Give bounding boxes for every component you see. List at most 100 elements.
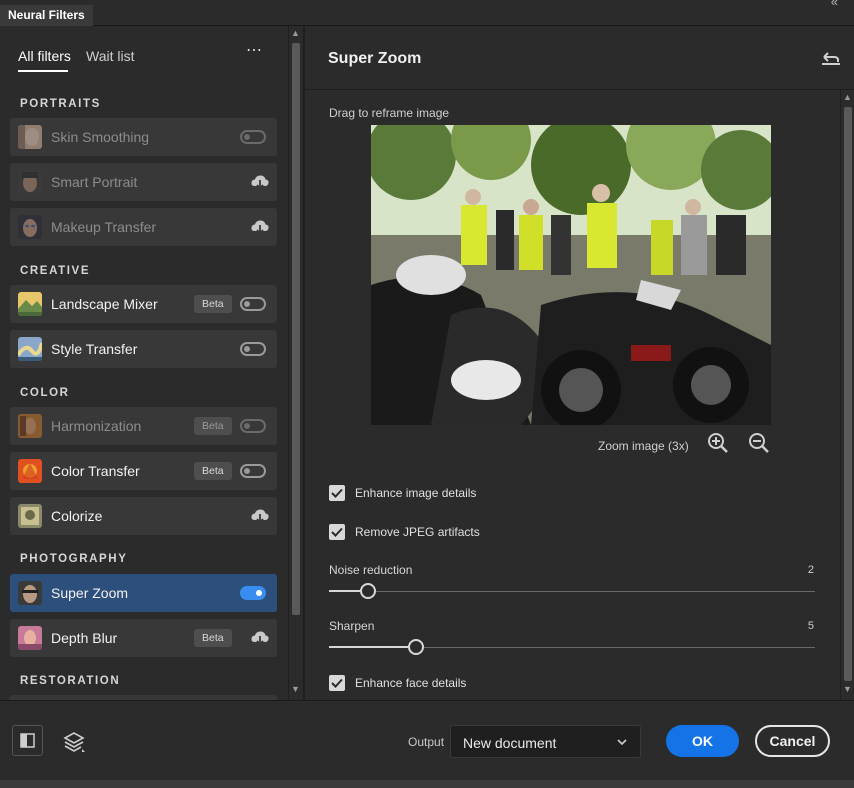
- filter-item-style-transfer[interactable]: Style Transfer: [10, 330, 277, 368]
- filter-label: Colorize: [51, 508, 103, 524]
- filter-label: Landscape Mixer: [51, 296, 158, 312]
- filter-label: Smart Portrait: [51, 174, 138, 190]
- filter-label: Color Transfer: [51, 463, 140, 479]
- dialog-footer: Output New document OK Cancel: [0, 700, 854, 780]
- slider-fill: [329, 646, 416, 648]
- filter-item-landscape-mixer[interactable]: Landscape Mixer Beta: [10, 285, 277, 323]
- style-transfer-toggle[interactable]: [240, 342, 266, 356]
- scroll-up-arrow[interactable]: ▲: [843, 92, 852, 102]
- filter-item-makeup-transfer[interactable]: Makeup Transfer: [10, 208, 277, 246]
- ok-button[interactable]: OK: [666, 725, 739, 757]
- checkmark-icon: [331, 527, 343, 537]
- landscape-mixer-toggle[interactable]: [240, 297, 266, 311]
- filter-settings-panel: Super Zoom Drag to reframe image Zoom im…: [304, 26, 854, 700]
- tab-wait-list[interactable]: Wait list: [86, 48, 134, 64]
- harmonization-thumbnail: [18, 414, 42, 438]
- checkmark-icon: [331, 678, 343, 688]
- cloud-download-icon[interactable]: [250, 217, 270, 237]
- zoom-out-icon[interactable]: [748, 432, 770, 454]
- filter-list-panel: All filters Wait list ⋯ PORTRAITS Skin S…: [0, 26, 288, 700]
- enhance-face-details-checkbox[interactable]: [329, 675, 345, 691]
- scroll-up-arrow[interactable]: ▲: [291, 28, 300, 38]
- super-zoom-thumbnail: [18, 581, 42, 605]
- section-restoration: RESTORATION: [20, 675, 121, 687]
- landscape-mixer-thumbnail: [18, 292, 42, 316]
- skin-smoothing-thumbnail: [18, 125, 42, 149]
- filter-label: Makeup Transfer: [51, 219, 157, 235]
- colorize-thumbnail: [18, 504, 42, 528]
- settings-header: Super Zoom: [305, 26, 854, 90]
- scroll-thumb[interactable]: [292, 43, 300, 615]
- cloud-download-icon[interactable]: [250, 172, 270, 192]
- sharpen-slider[interactable]: [329, 639, 815, 655]
- noise-reduction-label: Noise reduction: [329, 563, 413, 577]
- beta-badge: Beta: [194, 417, 232, 435]
- output-select-value: New document: [463, 735, 557, 751]
- cloud-download-icon[interactable]: [250, 628, 270, 648]
- filter-item-skin-smoothing[interactable]: Skin Smoothing: [10, 118, 277, 156]
- section-photography: PHOTOGRAPHY: [20, 553, 128, 565]
- remove-jpeg-artifacts-checkbox[interactable]: [329, 524, 345, 540]
- filter-label: Skin Smoothing: [51, 129, 150, 145]
- harmonization-toggle[interactable]: [240, 419, 266, 433]
- scroll-down-arrow[interactable]: ▼: [843, 684, 852, 694]
- enhance-image-details-label: Enhance image details: [355, 486, 477, 500]
- section-creative: CREATIVE: [20, 265, 91, 277]
- settings-scrollbar[interactable]: ▲ ▼: [840, 90, 854, 700]
- layers-icon[interactable]: [62, 730, 86, 754]
- color-transfer-thumbnail: [18, 459, 42, 483]
- slider-handle[interactable]: [360, 583, 376, 599]
- preview-image[interactable]: [371, 125, 771, 425]
- remove-jpeg-artifacts-label: Remove JPEG artifacts: [355, 525, 480, 539]
- zoom-level-label: Zoom image (3x): [598, 439, 689, 453]
- noise-reduction-value: 2: [807, 564, 814, 576]
- cancel-button[interactable]: Cancel: [755, 725, 830, 757]
- section-color: COLOR: [20, 387, 70, 399]
- filter-list-scrollbar[interactable]: ▲ ▼: [288, 26, 303, 700]
- depth-blur-thumbnail: [18, 626, 42, 650]
- scroll-thumb[interactable]: [844, 107, 852, 681]
- reset-icon[interactable]: [820, 48, 842, 66]
- sharpen-label: Sharpen: [329, 619, 375, 633]
- filter-label: Style Transfer: [51, 341, 138, 357]
- filter-label: Depth Blur: [51, 630, 118, 646]
- filter-item-depth-blur[interactable]: Depth Blur Beta: [10, 619, 277, 657]
- panel-title: Super Zoom: [328, 50, 422, 67]
- smart-portrait-thumbnail: [18, 170, 42, 194]
- beta-badge: Beta: [194, 462, 232, 480]
- collapse-icon[interactable]: «: [831, 0, 838, 9]
- beta-badge: Beta: [194, 295, 232, 313]
- beta-badge: Beta: [194, 629, 232, 647]
- bottom-resize-strip[interactable]: [0, 780, 854, 788]
- more-options-button[interactable]: ⋯: [246, 40, 263, 60]
- checkmark-icon: [331, 488, 343, 498]
- slider-handle[interactable]: [408, 639, 424, 655]
- window-title: Neural Filters: [0, 5, 93, 26]
- chevron-down-icon: [617, 739, 627, 746]
- zoom-in-icon[interactable]: [707, 432, 729, 454]
- filter-item-smart-portrait[interactable]: Smart Portrait: [10, 163, 277, 201]
- cloud-download-icon[interactable]: [250, 506, 270, 526]
- compare-icon: [20, 733, 35, 748]
- filter-item-harmonization[interactable]: Harmonization Beta: [10, 407, 277, 445]
- filter-item-super-zoom[interactable]: Super Zoom: [10, 574, 277, 612]
- filter-label: Super Zoom: [51, 585, 129, 601]
- drag-to-reframe-label: Drag to reframe image: [329, 106, 450, 120]
- tab-all-filters[interactable]: All filters: [18, 48, 71, 64]
- output-label: Output: [408, 735, 445, 749]
- section-portraits: PORTRAITS: [20, 98, 101, 110]
- style-transfer-thumbnail: [18, 337, 42, 361]
- filter-item-colorize[interactable]: Colorize: [10, 497, 277, 535]
- color-transfer-toggle[interactable]: [240, 464, 266, 478]
- noise-reduction-slider[interactable]: [329, 583, 815, 599]
- scroll-down-arrow[interactable]: ▼: [291, 684, 300, 694]
- filter-item-color-transfer[interactable]: Color Transfer Beta: [10, 452, 277, 490]
- output-select[interactable]: New document: [450, 725, 641, 758]
- enhance-image-details-checkbox[interactable]: [329, 485, 345, 501]
- compare-button[interactable]: [12, 725, 43, 756]
- super-zoom-toggle[interactable]: [240, 586, 266, 600]
- title-bar: Neural Filters «: [0, 0, 854, 26]
- makeup-transfer-thumbnail: [18, 215, 42, 239]
- skin-smoothing-toggle[interactable]: [240, 130, 266, 144]
- enhance-face-details-label: Enhance face details: [355, 676, 467, 690]
